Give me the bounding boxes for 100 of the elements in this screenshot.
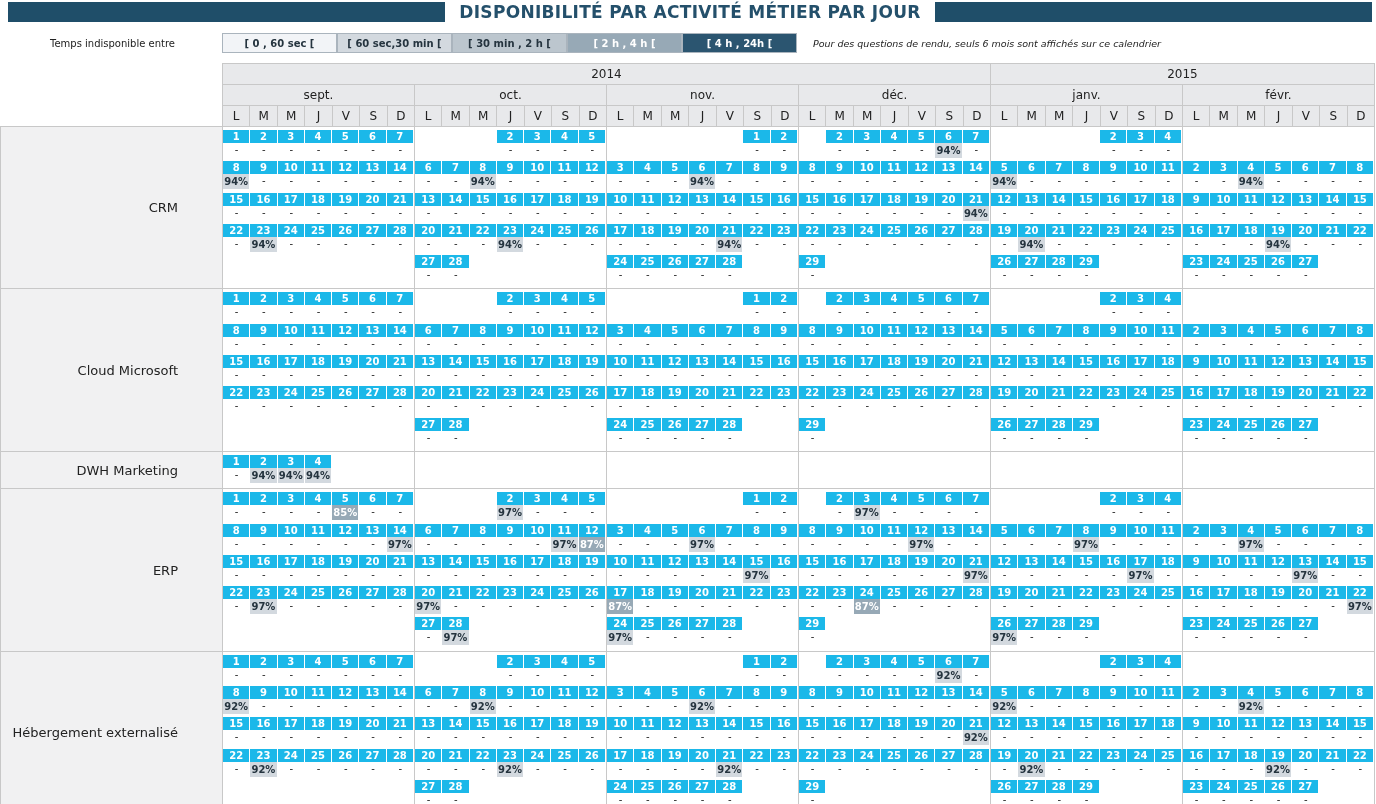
day-number: 13 (415, 192, 442, 206)
day-number: 13 (359, 523, 386, 537)
day-number: 19 (1264, 386, 1292, 400)
day-number: 27 (1292, 255, 1319, 269)
day-value: - (590, 761, 595, 776)
day-number: 11 (1154, 686, 1181, 700)
day-number: 17 (1127, 192, 1154, 206)
day-number: 16 (1100, 717, 1127, 731)
day-number: 8 (1072, 161, 1100, 175)
day-number: 2 (1183, 686, 1210, 700)
day-number: 3 (1127, 130, 1154, 143)
day-value: - (1030, 174, 1034, 189)
day-value: - (426, 567, 431, 582)
day-number: 6 (935, 130, 962, 143)
day-value: - (1139, 761, 1143, 776)
day-number: 20 (415, 586, 442, 600)
day-value: - (1358, 399, 1363, 414)
day-number: 21 (1319, 748, 1346, 762)
day-value: - (1276, 536, 1281, 551)
day-number: 15 (743, 355, 770, 369)
day-value: - (1303, 430, 1308, 445)
day-value: - (947, 368, 951, 383)
day-number: 26 (578, 748, 605, 762)
day-number: 12 (661, 717, 688, 731)
day-value: - (1303, 761, 1308, 776)
day-value: - (1303, 630, 1308, 645)
day-value: - (892, 667, 897, 682)
day-value: - (535, 305, 540, 320)
day-value: - (343, 730, 348, 745)
day-number: 20 (415, 748, 442, 762)
day-value: - (262, 505, 266, 520)
day-value: - (1276, 699, 1281, 714)
weekday-header: D (1346, 105, 1375, 127)
day-value: - (343, 336, 348, 351)
day-value: - (1276, 599, 1281, 614)
day-value: - (1002, 730, 1007, 745)
day-value: - (289, 205, 293, 220)
day-number: 11 (634, 554, 661, 568)
day-number: 18 (304, 192, 332, 206)
day-number: 5 (1264, 686, 1292, 700)
day-number: 27 (688, 779, 716, 793)
day-value: - (262, 368, 266, 383)
month-header: déc. (798, 84, 991, 106)
day-number: 2 (496, 292, 524, 306)
day-value: - (563, 236, 567, 251)
day-value: - (673, 236, 677, 251)
day-value: - (1030, 205, 1034, 220)
day-number: 17 (853, 355, 880, 369)
day-value: - (426, 699, 431, 714)
day-value: - (1139, 599, 1143, 614)
day-number: 8 (223, 323, 250, 337)
day-number: 3 (524, 654, 551, 668)
day-value: - (1111, 143, 1116, 157)
day-number: 4 (304, 654, 332, 668)
day-number: 26 (578, 223, 605, 237)
day-value: - (563, 368, 567, 383)
day-value: - (481, 205, 485, 220)
day-value: - (481, 336, 485, 351)
day-value: - (700, 236, 705, 251)
day-value: - (398, 143, 403, 157)
day-number: 4 (1154, 654, 1181, 668)
day-number: 13 (935, 161, 962, 175)
day-value: - (673, 630, 677, 645)
day-number: 26 (332, 386, 359, 400)
day-number: 19 (661, 748, 688, 762)
weekday-header: S (359, 105, 388, 127)
day-value: - (481, 599, 485, 614)
day-number: 8 (799, 523, 826, 537)
day-value: - (1222, 630, 1226, 645)
day-number: 25 (551, 223, 578, 237)
day-value: - (1057, 699, 1061, 714)
day-value: - (426, 536, 431, 551)
day-number: 9 (250, 323, 277, 337)
month-header: nov. (606, 84, 799, 106)
day-number: 11 (880, 323, 908, 337)
day-number: 7 (1045, 323, 1072, 337)
day-number: 2 (770, 654, 797, 668)
day-value: - (700, 430, 705, 445)
day-number: 15 (799, 554, 826, 568)
day-value: - (1331, 567, 1335, 582)
day-value: - (371, 505, 375, 520)
day-value: - (838, 336, 842, 351)
day-value: - (1084, 730, 1089, 745)
day-value: - (838, 505, 842, 520)
day-number: 5 (1264, 161, 1292, 175)
day-number: 3 (853, 492, 880, 506)
availability-badge: 97% (607, 630, 634, 646)
day-number: 18 (1154, 192, 1181, 206)
day-number: 20 (688, 586, 716, 600)
day-value: - (810, 236, 815, 251)
day-number: 22 (1072, 223, 1100, 237)
day-value: - (316, 761, 321, 776)
day-number: 17 (524, 355, 551, 369)
day-number: 5 (578, 292, 605, 306)
day-value: - (673, 399, 677, 414)
day-number: 15 (1072, 192, 1100, 206)
day-value: - (1194, 567, 1199, 582)
day-number: 1 (743, 654, 770, 668)
day-number: 2 (250, 454, 277, 468)
day-number: 11 (551, 686, 578, 700)
